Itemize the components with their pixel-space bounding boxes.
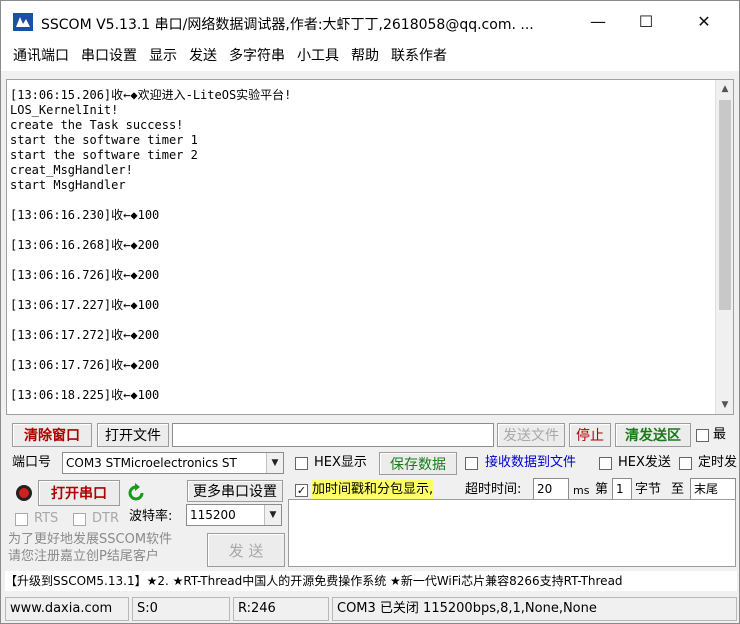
recv-to-file-checkbox[interactable] [465,457,478,470]
window-title: SSCOM V5.13.1 串口/网络数据调试器,作者:大虾丁丁,2618058… [41,17,534,33]
menu-help[interactable]: 帮助 [345,41,385,71]
chevron-down-icon[interactable]: ▼ [266,453,283,473]
menu-send[interactable]: 发送 [183,41,223,71]
menu-comm-port[interactable]: 通讯端口 [7,41,75,71]
refresh-icon[interactable] [125,482,147,504]
end-select-value: 末尾 [694,482,719,496]
scroll-thumb[interactable] [719,100,731,310]
ms-label: ms [573,484,590,497]
timeout-input[interactable]: 20 [533,478,569,500]
menu-multi-string[interactable]: 多字符串 [223,41,291,71]
receive-area[interactable]: [13:06:15.206]收←◆欢迎进入-LiteOS实验平台! LOS_Ke… [6,79,734,415]
open-port-button[interactable]: 打开串口 [38,480,120,506]
last-line-label: 最 [713,427,727,442]
baud-rate-select[interactable]: 115200 ▼ [186,504,282,526]
news-ticker[interactable]: 【升级到SSCOM5.13.1】★2. ★RT-Thread中国人的开源免费操作… [5,571,737,591]
scroll-down-icon[interactable]: ▼ [716,396,733,414]
port-number-label: 端口号 [12,455,52,470]
menu-bar: 通讯端口 串口设置 显示 发送 多字符串 小工具 帮助 联系作者 [1,41,739,71]
promo-line-1: 为了更好地发展SSCOM软件 [8,532,173,547]
end-select[interactable]: 末尾 [690,478,736,500]
stop-button[interactable]: 停止 [569,423,611,447]
timestamp-label: 加时间戳和分包显示, [312,480,434,500]
nth-label: 第 [595,482,609,497]
file-path-input[interactable] [172,423,494,447]
status-sent-count: S:0 [132,597,230,621]
sscom-window: SSCOM V5.13.1 串口/网络数据调试器,作者:大虾丁丁,2618058… [0,0,740,624]
hex-send-checkbox[interactable] [599,457,612,470]
to-label: 至 [671,482,685,497]
byte-label: 字节 [635,482,662,497]
status-website[interactable]: www.daxia.com [5,597,129,621]
send-text-area[interactable] [288,499,736,567]
menu-port-settings[interactable]: 串口设置 [75,41,143,71]
dtr-checkbox[interactable] [73,513,86,526]
title-bar[interactable]: SSCOM V5.13.1 串口/网络数据调试器,作者:大虾丁丁,2618058… [1,1,739,41]
send-file-button[interactable]: 发送文件 [497,423,565,447]
receive-text: [13:06:15.206]收←◆欢迎进入-LiteOS实验平台! LOS_Ke… [10,88,292,402]
clear-window-button[interactable]: 清除窗口 [12,423,92,447]
clear-send-button[interactable]: 清发送区 [615,423,691,447]
timed-send-label: 定时发 [698,455,738,470]
port-status-icon [16,485,32,501]
chevron-down-icon[interactable]: ▼ [264,505,281,525]
port-select[interactable]: COM3 STMicroelectronics ST ▼ [62,452,284,474]
rts-checkbox[interactable] [15,513,28,526]
recv-to-file-label[interactable]: 接收数据到文件 [485,453,576,473]
byte-index-input[interactable]: 1 [612,478,632,500]
dtr-label: DTR [92,511,119,526]
menu-tools[interactable]: 小工具 [291,41,345,71]
port-select-value: COM3 STMicroelectronics ST [66,456,237,470]
last-line-checkbox[interactable] [696,429,709,442]
receive-scrollbar[interactable]: ▲ ▼ [715,80,733,414]
rts-label: RTS [34,511,59,526]
open-file-button[interactable]: 打开文件 [97,423,169,447]
app-icon [13,13,33,31]
maximize-button[interactable]: ☐ [623,1,669,41]
scroll-up-icon[interactable]: ▲ [716,80,733,98]
close-button[interactable]: ✕ [681,1,727,41]
minimize-button[interactable]: — [575,1,621,41]
baud-rate-value: 115200 [190,508,236,522]
promo-line-2: 请您注册嘉立创P结尾客户 [8,549,159,564]
send-button[interactable]: 发 送 [207,533,285,567]
more-port-settings-button[interactable]: 更多串口设置 [187,480,283,502]
menu-display[interactable]: 显示 [143,41,183,71]
hex-send-label: HEX发送 [618,455,671,470]
hex-display-checkbox[interactable] [295,457,308,470]
save-data-button[interactable]: 保存数据 [379,452,457,475]
status-received-count: R:246 [233,597,329,621]
status-port-state: COM3 已关闭 115200bps,8,1,None,None [332,597,737,621]
status-bar: www.daxia.com S:0 R:246 COM3 已关闭 115200b… [1,595,739,623]
baud-rate-label: 波特率: [129,509,173,524]
timed-send-checkbox[interactable] [679,457,692,470]
timeout-label: 超时时间: [465,482,522,497]
menu-contact-author[interactable]: 联系作者 [385,41,453,71]
timestamp-checkbox[interactable]: ✓ [295,484,308,497]
hex-display-label: HEX显示 [314,455,367,470]
